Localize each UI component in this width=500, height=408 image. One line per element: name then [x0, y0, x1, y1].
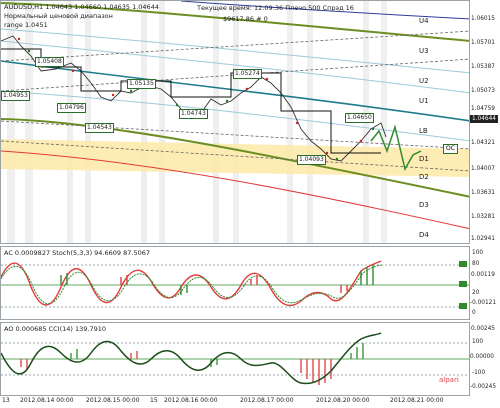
price-tick: 1.04007	[471, 166, 495, 172]
ac-tick: 0.00119	[471, 272, 495, 278]
cci-panel-title: AO 0.000685 CCI(14) 139.7910	[4, 325, 107, 333]
time-label: 13	[2, 397, 10, 404]
price-label: 1.05274	[233, 69, 262, 79]
price-label: 1.04650	[345, 113, 374, 123]
price-tick: 1.06015	[471, 16, 495, 22]
price-label: 1.05135	[127, 79, 156, 89]
time-label: 2012.08.17 00:00	[240, 397, 294, 404]
level-u2: U2	[419, 77, 429, 85]
price-label: 1.05408	[35, 57, 64, 67]
range-sub: range 1.0451	[4, 21, 48, 29]
ao-cci-canvas	[1, 332, 469, 385]
level-d4: D4	[419, 231, 429, 239]
time-axis: 13 2012.08.14 00:00 2012.08.15 00:00 15 …	[0, 396, 470, 408]
symbol-info: AUDUSD,H1 1.04643 1.04660 1.04635 1.0464…	[4, 3, 159, 11]
price-label: 1.04953	[1, 91, 30, 101]
ac-tick: 20	[472, 290, 480, 296]
ac-tick: 0	[472, 310, 476, 316]
range-label: Нормальный ценовой диапазон	[4, 12, 113, 20]
price-tick: 1.03281	[471, 214, 495, 220]
cci-tick: -100	[472, 370, 486, 376]
ac-stoch-panel[interactable]: AC 0.0009827 Stoch(5,3,3) 94.6609 87.506…	[0, 246, 470, 320]
cci-tick: 100	[472, 339, 484, 345]
time-label: 2012.08.21 00:00	[390, 397, 444, 404]
ao-cci-panel[interactable]: AO 0.000685 CCI(14) 139.7910 alpari	[0, 322, 470, 396]
time-label: 2012.08.16 00:00	[164, 397, 218, 404]
ac-stoch-canvas	[1, 260, 469, 309]
ac-tick: 100	[472, 250, 484, 256]
alpari-watermark: alpari	[439, 376, 459, 384]
ac-axis: 100 80 0.00119 20 -0.00121 0	[470, 246, 500, 320]
price-tick: 1.05701	[471, 40, 495, 46]
price-chart-canvas	[1, 1, 469, 243]
price-tick: 1.05387	[471, 64, 495, 70]
level-u1: U1	[419, 97, 429, 105]
time-label: 15	[150, 397, 158, 404]
level-d2: D2	[419, 173, 429, 181]
price-tick: 1.02941	[471, 236, 495, 242]
current-price-tag: 1.04644	[470, 115, 498, 123]
price-label: 1.04093	[297, 155, 326, 165]
oc-tag: OC	[443, 144, 458, 154]
cci-tick: 0.00000	[470, 354, 494, 360]
balance: $9617.86 # 0	[223, 15, 268, 23]
ac-tick: 80	[472, 261, 480, 267]
level-u4: U4	[419, 17, 429, 25]
level-d3: D3	[419, 201, 429, 209]
cci-axis: 0.00245 100 0.00000 -100 -0.00245	[470, 322, 500, 396]
level-u3: U3	[419, 47, 429, 55]
price-tick: 1.03631	[471, 190, 495, 196]
chart-window: AUDUSD,H1 1.04643 1.04660 1.04635 1.0464…	[0, 0, 500, 408]
ac-panel-title: AC 0.0009827 Stoch(5,3,3) 94.6609 87.506…	[4, 249, 150, 257]
time-label: 2012.08.20 00:00	[316, 397, 370, 404]
cci-tick: 0.00245	[471, 326, 495, 332]
price-axis: 1.06015 1.05701 1.05387 1.05073 1.04759 …	[470, 0, 500, 244]
level-lb: LB	[419, 127, 428, 135]
time-label: 2012.08.15 00:00	[86, 397, 140, 404]
ac-tick: -0.00121	[470, 300, 497, 306]
time-label: 2012.08.14 00:00	[20, 397, 74, 404]
price-label: 1.04743	[179, 109, 208, 119]
cci-tick: -0.00245	[470, 384, 497, 390]
price-label: 1.04543	[85, 123, 114, 133]
server-time: Текущее время: 12:09:36 Плечо 500 Спрэд …	[197, 4, 354, 12]
price-tick: 1.04759	[471, 106, 495, 112]
price-panel[interactable]: AUDUSD,H1 1.04643 1.04660 1.04635 1.0464…	[0, 0, 470, 244]
level-d1: D1	[419, 155, 429, 163]
price-tick: 1.04321	[471, 140, 495, 146]
price-label: 1.04796	[57, 103, 86, 113]
price-tick: 1.05073	[471, 88, 495, 94]
